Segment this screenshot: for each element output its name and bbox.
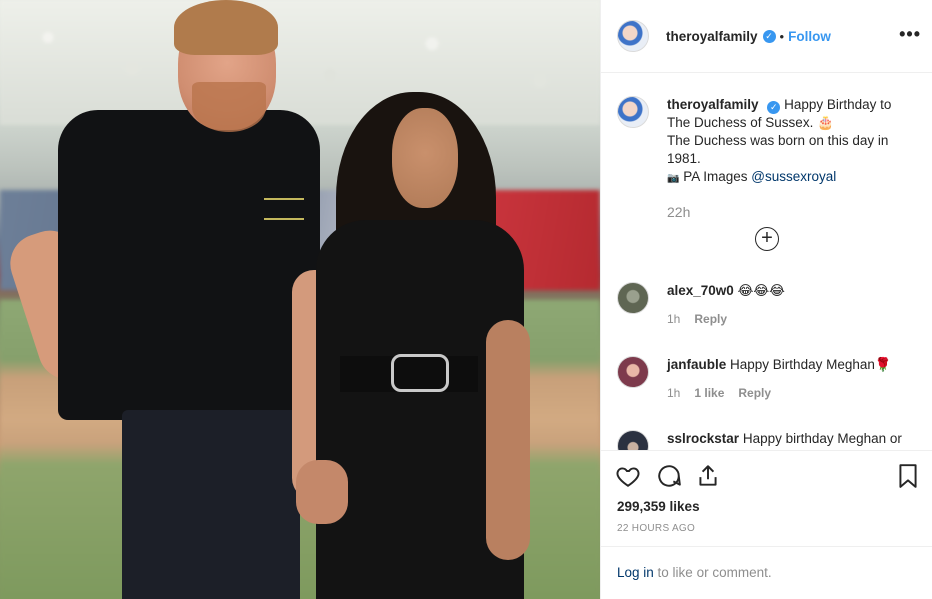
post-time-ago[interactable]: 22 HOURS AGO — [617, 523, 695, 534]
caption-line-2: The Duchess was born on this day in 1981… — [667, 133, 889, 166]
avatar[interactable] — [617, 356, 649, 388]
avatar[interactable] — [617, 282, 649, 314]
like-heart-icon[interactable] — [615, 463, 641, 489]
camera-icon: 📷 — [667, 173, 680, 184]
bookmark-icon[interactable] — [895, 463, 921, 489]
login-prompt-text: to like or comment. — [653, 565, 772, 580]
comment-text: sslrockstar Happy birthday Meghan or — [667, 430, 902, 448]
photo-shirt-logo — [264, 198, 304, 220]
comment-text: alex_70w0 😂😂😂 — [667, 282, 785, 300]
photo-crowd-background — [0, 0, 600, 125]
caption: theroyalfamily ✓ Happy Birthday to The D… — [617, 96, 917, 220]
comment-username[interactable]: alex_70w0 — [667, 283, 734, 298]
load-more-comments-icon[interactable]: + — [755, 227, 779, 251]
comment-body: Happy birthday Meghan or — [742, 431, 902, 446]
avatar[interactable] — [617, 430, 649, 450]
header-username[interactable]: theroyalfamily — [666, 29, 758, 44]
photo-man-trousers — [122, 410, 300, 599]
post-sidebar: theroyalfamily ✓ • Follow ••• theroyalfa… — [600, 0, 932, 599]
photo-belt-buckle — [391, 354, 449, 392]
list-item: janfauble Happy Birthday Meghan🌹 1h 1 li… — [617, 356, 917, 400]
avatar[interactable] — [617, 96, 649, 128]
post-photo[interactable] — [0, 0, 600, 599]
photo-man-beard — [192, 82, 266, 132]
likes-count[interactable]: 299,359 likes — [617, 499, 700, 514]
photo-credit: PA Images — [683, 169, 748, 184]
share-icon[interactable] — [695, 463, 721, 489]
comment-likes-count[interactable]: 1 like — [694, 386, 724, 400]
reply-button[interactable]: Reply — [694, 312, 727, 326]
caption-timestamp[interactable]: 22h — [667, 204, 690, 220]
more-options-icon[interactable]: ••• — [899, 24, 921, 45]
avatar[interactable] — [617, 20, 649, 52]
photo-man-shirt — [58, 110, 320, 420]
login-prompt: Log in to like or comment. — [601, 546, 932, 599]
separator-dot: • — [779, 28, 785, 44]
list-item: alex_70w0 😂😂😂 1h Reply — [617, 282, 917, 326]
login-link[interactable]: Log in — [617, 565, 654, 580]
follow-button[interactable]: Follow — [788, 29, 831, 44]
comment-timestamp[interactable]: 1h — [667, 386, 680, 400]
reply-button[interactable]: Reply — [738, 386, 771, 400]
comment-bubble-icon[interactable] — [656, 463, 682, 489]
comment-username[interactable]: janfauble — [667, 357, 726, 372]
list-item: sslrockstar Happy birthday Meghan or — [617, 430, 917, 450]
caption-username[interactable]: theroyalfamily — [667, 97, 759, 112]
comment-text: janfauble Happy Birthday Meghan🌹 — [667, 356, 892, 374]
post-actions: 299,359 likes 22 HOURS AGO — [601, 450, 932, 546]
photo-woman-arm — [486, 320, 530, 560]
photo-held-hands — [296, 460, 348, 524]
comment-timestamp[interactable]: 1h — [667, 312, 680, 326]
photo-man-hair — [174, 0, 278, 55]
comment-body: Happy Birthday Meghan🌹 — [730, 357, 892, 372]
comments-list[interactable]: theroyalfamily ✓ Happy Birthday to The D… — [601, 74, 932, 450]
mention-link[interactable]: @sussexroyal — [751, 169, 836, 184]
instagram-post: theroyalfamily ✓ • Follow ••• theroyalfa… — [0, 0, 932, 599]
photo-woman-face — [392, 108, 458, 208]
verified-badge-icon: ✓ — [762, 29, 776, 43]
post-header: theroyalfamily ✓ • Follow ••• — [601, 0, 932, 73]
verified-badge-icon: ✓ — [767, 101, 781, 114]
caption-text: theroyalfamily ✓ Happy Birthday to The D… — [667, 96, 917, 188]
comment-username[interactable]: sslrockstar — [667, 431, 739, 446]
comment-body: 😂😂😂 — [737, 283, 785, 298]
